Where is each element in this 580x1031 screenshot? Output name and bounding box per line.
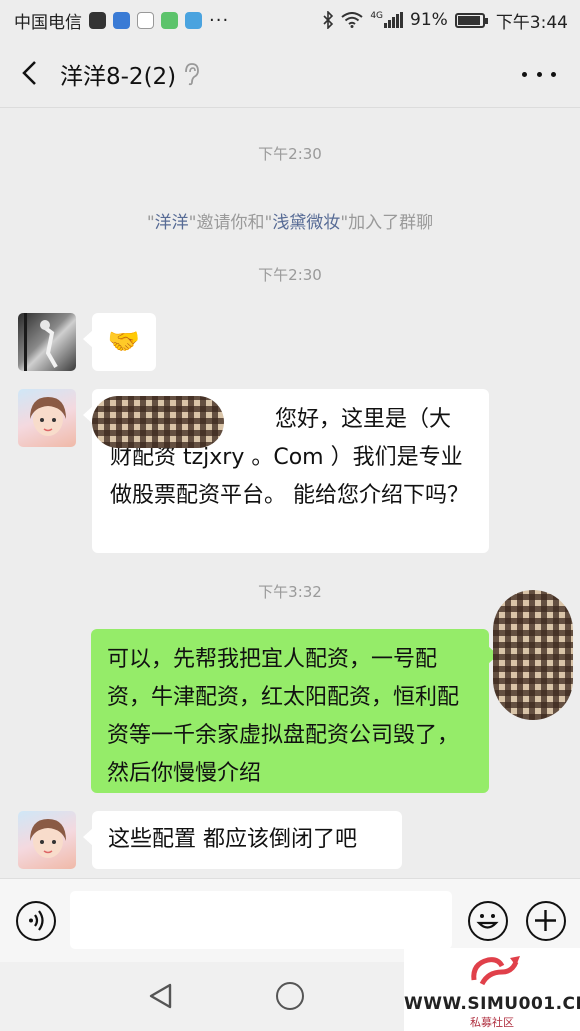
mute-ear-icon [185,63,199,86]
shield-app-icon [113,11,130,29]
clock: 下午3:44 [495,12,568,33]
more-options-icon[interactable] [522,62,556,86]
timestamp: 下午3:32 [258,583,322,601]
network-type-label: 4G [370,11,384,21]
watermark: WWW.SIMU001.CN 私募社区 [404,948,580,1031]
system-message: "洋洋"邀请你和"浅黛微妆"加入了群聊 [146,213,434,233]
watermark-logo [471,956,520,986]
nav-home-icon[interactable] [276,982,304,1010]
wifi-icon [341,12,363,28]
timestamp: 下午2:30 [258,266,322,284]
message-input[interactable] [70,891,452,949]
status-bar: 中国电信 ··· 4G 91% 下午3:44 [0,0,580,40]
message-bubble[interactable]: 这些配置 都应该倒闭了吧 [83,811,402,869]
video-app-icon [161,11,178,29]
send-app-icon [185,11,202,29]
timestamp: 下午2:30 [258,145,322,163]
signal-strength-icon [384,12,404,28]
watermark-site: WWW.SIMU001.CN [404,994,580,1014]
voice-input-icon[interactable] [16,901,56,941]
redacted-name [92,396,224,448]
more-notifications-icon: ··· [209,9,230,31]
bluetooth-icon [323,11,334,29]
watermark-subtitle: 私募社区 [470,1016,514,1029]
battery-icon [454,12,488,28]
avatar[interactable] [18,811,76,869]
chat-title: 洋洋8-2(2) [60,64,177,90]
paw-app-icon [137,11,154,29]
message-bubble[interactable]: 🤝 [83,313,156,371]
carrier-label: 中国电信 [14,12,82,33]
avatar[interactable] [18,313,76,371]
notification-app-icon [89,11,106,29]
chat-header: 洋洋8-2(2) [0,40,580,108]
battery-percent: 91% [410,10,448,30]
redacted-avatar [493,590,573,720]
nav-back-icon[interactable] [146,982,174,1010]
handshake-emoji: 🤝 [107,327,141,357]
avatar[interactable] [18,389,76,447]
emoji-icon[interactable] [468,901,508,941]
system-user-link[interactable]: 洋洋 [155,213,189,233]
message-bubble[interactable]: 可以，先帮我把宜人配资，一号配资，牛津配资，红太阳配资，恒利配资等一千余家虚拟盘… [91,629,498,793]
back-arrow-icon[interactable] [16,58,46,88]
system-user-link[interactable]: 浅黛微妆 [272,213,340,233]
plus-icon[interactable] [526,901,566,941]
